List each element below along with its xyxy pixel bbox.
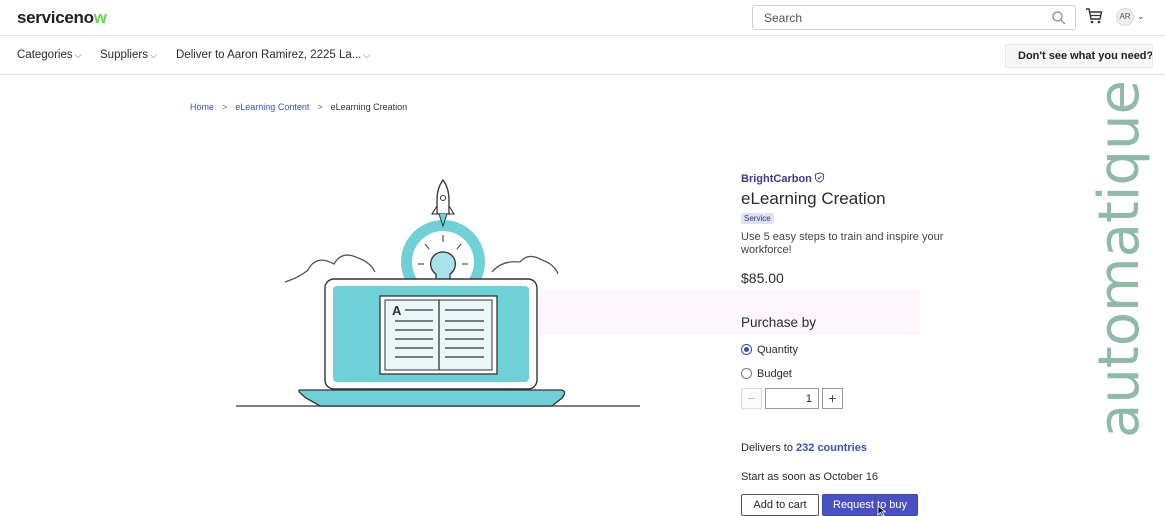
search-box[interactable] (752, 5, 1076, 30)
service-tag: Service (741, 213, 774, 224)
highlight-band (540, 290, 920, 335)
add-to-cart-button[interactable]: Add to cart (741, 494, 819, 516)
delivery-info: Delivers to 232 countries (741, 442, 867, 454)
deliver-to-menu[interactable]: Deliver to Aaron Ramirez, 2225 La... ⌵ (176, 49, 370, 61)
breadcrumb-category-link[interactable]: eLearning Content (235, 102, 309, 112)
option-label: Budget (757, 368, 792, 380)
purchase-option-quantity[interactable]: Quantity (741, 344, 798, 356)
logo-letter-o: o (83, 8, 94, 27)
quantity-input[interactable] (765, 388, 819, 409)
logo-text: servicen (17, 8, 84, 27)
top-header: servicenow AR ⌄ (0, 0, 1165, 36)
product-description: Use 5 easy steps to train and inspire yo… (741, 231, 944, 256)
breadcrumb: Home > eLearning Content > eLearning Creatio… (190, 102, 407, 112)
quantity-increment-button[interactable]: + (822, 388, 843, 409)
search-icon[interactable] (1051, 10, 1067, 26)
quantity-decrement-button[interactable]: − (741, 388, 762, 409)
breadcrumb-home-link[interactable]: Home (190, 102, 214, 112)
breadcrumb-separator: > (222, 102, 228, 112)
countries-link[interactable]: 232 countries (796, 442, 867, 454)
purchase-option-budget[interactable]: Budget (741, 368, 792, 380)
servicenow-logo[interactable]: servicenow (17, 8, 107, 28)
chevron-down-icon: ⌵ (149, 50, 157, 60)
start-date-info: Start as soon as October 16 (741, 471, 878, 483)
request-to-buy-button[interactable]: Request to buy (822, 494, 918, 516)
book-letter: A (392, 303, 402, 318)
delivers-prefix: Delivers to (741, 442, 797, 454)
search-input[interactable] (764, 11, 1034, 25)
categories-label: Categories (17, 49, 73, 61)
breadcrumb-separator: > (317, 102, 323, 112)
radio-button[interactable] (741, 368, 752, 379)
vendor-name[interactable]: BrightCarbon (741, 172, 825, 185)
mouse-cursor-icon (877, 505, 887, 516)
verified-shield-icon (814, 172, 824, 183)
breadcrumb-current: eLearning Creation (330, 102, 408, 112)
categories-menu[interactable]: Categories ⌵ (17, 49, 81, 61)
product-price: $85.00 (741, 270, 784, 286)
purchase-by-heading: Purchase by (741, 315, 817, 330)
option-label: Quantity (757, 344, 798, 356)
product-title: eLearning Creation (741, 189, 886, 208)
svg-text:automatique: automatique (1090, 80, 1150, 438)
chevron-down-icon: ⌵ (363, 50, 371, 60)
suppliers-menu[interactable]: Suppliers ⌵ (100, 49, 157, 61)
deliver-to-label: Deliver to Aaron Ramirez, 2225 La... (176, 49, 362, 61)
logo-letter-w: w (93, 8, 107, 27)
watermark: automatique (1090, 80, 1150, 438)
category-navbar (0, 37, 1165, 75)
vendor-label: BrightCarbon (741, 173, 812, 185)
radio-button-selected[interactable] (741, 344, 752, 355)
chevron-down-icon: ⌵ (74, 50, 82, 60)
suppliers-label: Suppliers (100, 49, 148, 61)
